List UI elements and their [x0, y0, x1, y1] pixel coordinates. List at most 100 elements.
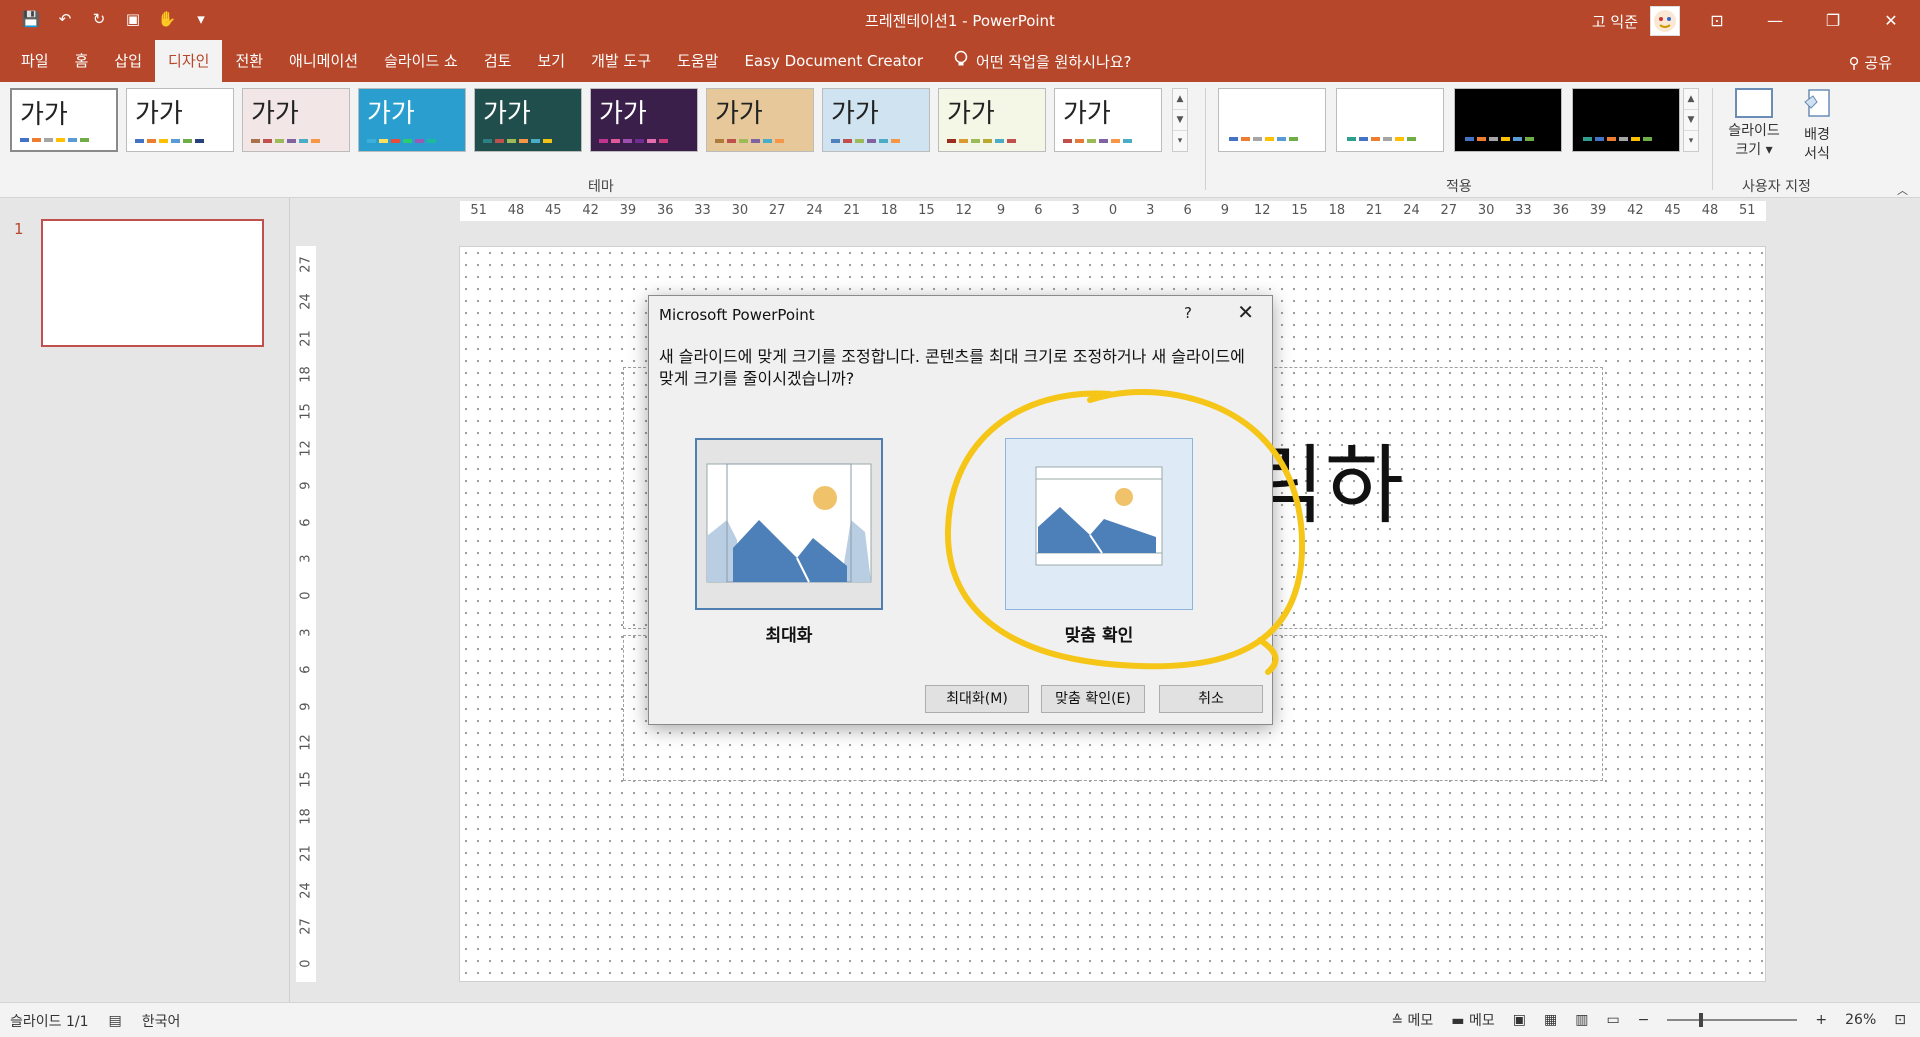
variant-gallery — [1218, 88, 1680, 152]
theme-thumbnail[interactable]: 가가 — [1054, 88, 1162, 152]
ruler-tick-label: 27 — [1440, 203, 1458, 218]
normal-view-icon[interactable]: ▣ — [1513, 1012, 1526, 1028]
accessibility-icon[interactable]: ▤ — [109, 1013, 122, 1029]
person-icon: ⚲ — [1848, 54, 1865, 72]
user-name: 고 익준 — [1591, 12, 1638, 31]
ruler-tick-label: 48 — [1701, 203, 1719, 218]
ruler-tick-label: 48 — [507, 203, 525, 218]
tab-3[interactable]: 디자인 — [155, 40, 223, 82]
tab-9[interactable]: 개발 도구 — [578, 40, 664, 82]
scroll-up-icon[interactable]: ▲ — [1173, 89, 1187, 110]
maximize-button[interactable]: 최대화(M) — [925, 685, 1029, 713]
variant-thumbnail[interactable] — [1218, 88, 1326, 152]
variant-color-swatches — [1347, 137, 1416, 141]
zoom-slider-thumb[interactable] — [1699, 1013, 1704, 1027]
zoom-level[interactable]: 26% — [1845, 1012, 1876, 1028]
theme-gallery-scroll[interactable]: ▲ ▼ ▾ — [1172, 88, 1188, 152]
ruler-tick-label: 21 — [1365, 203, 1383, 218]
theme-thumbnail[interactable]: 가가 — [358, 88, 466, 152]
slide-sorter-icon[interactable]: ▦ — [1544, 1012, 1557, 1028]
theme-thumbnail[interactable]: 가가 — [242, 88, 350, 152]
language[interactable]: 한국어 — [142, 1011, 181, 1031]
maximize-option[interactable] — [695, 438, 883, 610]
reading-view-icon[interactable]: ▥ — [1575, 1012, 1588, 1028]
theme-thumbnail[interactable]: 가가 — [938, 88, 1046, 152]
scroll-down-icon[interactable]: ▼ — [1684, 110, 1698, 131]
format-background-button[interactable]: 배경 서식 — [1786, 88, 1848, 164]
variant-thumbnail[interactable] — [1336, 88, 1444, 152]
ruler-tick-label: 30 — [1477, 203, 1495, 218]
ruler-tick-label: 6 — [1034, 203, 1043, 218]
ruler-tick-label: 24 — [806, 203, 823, 218]
tab-2[interactable]: 삽입 — [101, 40, 155, 82]
ruler-tick-label: 21 — [843, 203, 861, 218]
comments-label: 메모 — [1468, 1013, 1495, 1029]
zoom-in-icon[interactable]: + — [1815, 1012, 1827, 1028]
share-button[interactable]: ⚲ 공유 — [1849, 52, 1892, 73]
zoom-slider[interactable] — [1667, 1013, 1798, 1027]
variant-gallery-scroll[interactable]: ▲ ▼ ▾ — [1683, 88, 1699, 152]
notes-button[interactable]: ≙ 메모 — [1391, 1010, 1433, 1030]
collapse-ribbon-icon[interactable]: ︿ — [1897, 182, 1908, 198]
tab-4[interactable]: 전환 — [222, 40, 276, 82]
theme-sample-text: 가가 — [20, 100, 68, 130]
slide-size-icon — [1735, 88, 1773, 118]
fit-to-window-icon[interactable]: ⊡ — [1894, 1012, 1906, 1028]
slide-thumbnail[interactable] — [41, 219, 264, 347]
maximize-illustration-icon — [706, 463, 872, 583]
scroll-up-icon[interactable]: ▲ — [1684, 89, 1698, 110]
ruler-tick-label: 18 — [298, 808, 314, 825]
tab-1[interactable]: 홈 — [62, 40, 102, 82]
tab-0[interactable]: 파일 — [8, 40, 62, 82]
ruler-tick-label: 24 — [298, 292, 314, 310]
close-icon[interactable]: ✕ — [1237, 300, 1254, 324]
ruler-tick-label: 24 — [1403, 203, 1420, 218]
title-bar: 💾 ↶ ↻ ▣ ✋ ▾ 프레젠테이션1 - PowerPoint 고 익준 ⊡ … — [0, 0, 1920, 40]
theme-thumbnail[interactable]: 가가 — [706, 88, 814, 152]
zoom-out-icon[interactable]: − — [1638, 1012, 1650, 1028]
user-area[interactable]: 고 익준 — [1592, 6, 1680, 36]
ruler-tick-label: 45 — [1664, 203, 1681, 218]
variant-thumbnail[interactable] — [1572, 88, 1680, 152]
ruler-tick-label: 9 — [298, 481, 314, 490]
themes-group-label: 테마 — [588, 179, 614, 195]
variants-group-label: 적용 — [1446, 179, 1472, 195]
ribbon-display-options-icon[interactable]: ⊡ — [1688, 0, 1746, 40]
tab-8[interactable]: 보기 — [524, 40, 578, 82]
theme-thumbnail[interactable]: 가가 — [590, 88, 698, 152]
highlight-annotation — [944, 389, 1306, 675]
minimize-icon[interactable]: — — [1746, 0, 1804, 40]
tab-10[interactable]: 도움말 — [664, 40, 731, 82]
close-icon[interactable]: ✕ — [1862, 0, 1920, 40]
theme-thumbnail[interactable]: 가가 — [822, 88, 930, 152]
slide-size-button[interactable]: 슬라이드 크기 ▾ — [1723, 88, 1785, 160]
theme-sample-text: 가가 — [947, 99, 995, 129]
theme-thumbnail[interactable]: 가가 — [10, 88, 118, 152]
slide-show-icon[interactable]: ▭ — [1606, 1012, 1619, 1028]
cancel-button[interactable]: 취소 — [1159, 685, 1263, 713]
avatar[interactable] — [1650, 6, 1680, 36]
restore-icon[interactable]: ❐ — [1804, 0, 1862, 40]
comments-button[interactable]: ▬ 메모 — [1451, 1010, 1494, 1030]
theme-sample-text: 가가 — [831, 99, 879, 129]
ribbon-tab-bar: 파일 홈 삽입 디자인 전환 애니메이션 슬라이드 쇼 검토 보기 개발 도구 도움말 Easy Do… — [0, 40, 1920, 82]
ribbon-tabs: 파일 홈 삽입 디자인 전환 애니메이션 슬라이드 쇼 검토 보기 개발 도구 도움말 Easy Do… — [8, 40, 1132, 82]
gallery-more-icon[interactable]: ▾ — [1173, 131, 1187, 151]
ruler-tick-label: 24 — [298, 881, 314, 899]
scroll-down-icon[interactable]: ▼ — [1173, 110, 1187, 131]
tab-5[interactable]: 애니메이션 — [276, 40, 371, 82]
ensure-fit-button[interactable]: 맞춤 확인(E) — [1041, 685, 1145, 713]
theme-thumbnail[interactable]: 가가 — [126, 88, 234, 152]
ruler-tick-label: 21 — [298, 844, 314, 862]
theme-thumbnail[interactable]: 가가 — [474, 88, 582, 152]
gallery-more-icon[interactable]: ▾ — [1684, 131, 1698, 151]
tab-7[interactable]: 검토 — [471, 40, 525, 82]
share-label: 공유 — [1864, 54, 1892, 72]
tab-6[interactable]: 슬라이드 쇼 — [371, 40, 471, 82]
variant-thumbnail[interactable] — [1454, 88, 1562, 152]
tab-11[interactable]: Easy Document Creator — [731, 40, 936, 82]
theme-color-swatches — [483, 139, 552, 143]
help-icon[interactable]: ? — [1184, 304, 1192, 322]
tell-me-box[interactable]: 어떤 작업을 원하시나요? — [936, 50, 1132, 72]
theme-color-swatches — [831, 139, 900, 143]
